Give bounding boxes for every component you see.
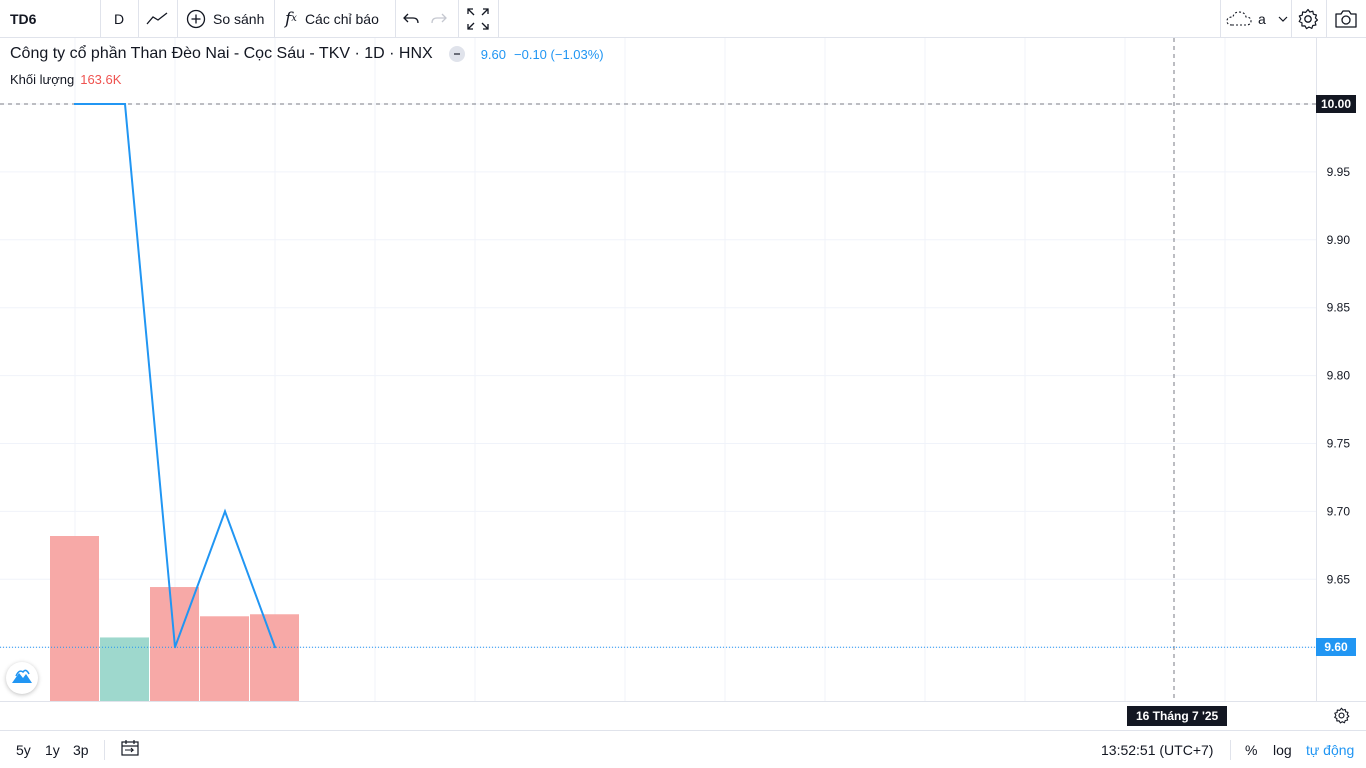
toolbar-divider <box>177 0 178 37</box>
toolbar-divider <box>395 0 396 37</box>
volume-bar <box>250 614 299 701</box>
compare-label: So sánh <box>213 10 265 27</box>
calendar-range-icon <box>121 740 139 759</box>
symbol-label: TD6 <box>10 10 37 27</box>
toolbar-divider <box>458 0 459 37</box>
indicators-label: Các chỉ báo <box>304 10 379 27</box>
undo-icon <box>403 12 419 26</box>
top-toolbar: TD6 D So sánh fx Các chỉ báo a <box>0 0 1366 38</box>
price-tick-label: 9.85 <box>1327 301 1351 315</box>
toolbar-divider <box>274 0 275 37</box>
toolbar-divider <box>1326 0 1327 37</box>
toolbar-divider <box>138 0 139 37</box>
redo-icon <box>431 12 447 26</box>
fullscreen-button[interactable] <box>467 0 489 37</box>
percent-scale-button[interactable]: % <box>1245 731 1257 768</box>
log-label: log <box>1273 741 1292 758</box>
legend-title: Công ty cổ phần Than Đèo Nai - Cọc Sáu -… <box>10 45 433 62</box>
snapshot-button[interactable] <box>1334 0 1358 37</box>
price-chart[interactable]: 9.959.909.859.809.759.709.651618202426Th… <box>0 38 1366 701</box>
chart-logo-icon <box>11 668 33 689</box>
range-1y-label: 1y <box>45 741 60 758</box>
chart-style-button[interactable] <box>146 0 168 37</box>
undo-button[interactable] <box>403 0 419 37</box>
interval-label: D <box>114 10 125 27</box>
price-tick-label: 9.80 <box>1327 369 1351 383</box>
volume-bar <box>200 616 249 701</box>
auto-label: tự động <box>1306 741 1355 758</box>
price-point <box>174 646 176 649</box>
last-price-label: 9.60 <box>1316 638 1356 656</box>
toolbar-divider <box>1291 0 1292 37</box>
log-scale-button[interactable]: log <box>1273 731 1292 768</box>
layout-menu-button[interactable]: a <box>1226 0 1288 37</box>
function-fx-icon: fx <box>285 8 297 29</box>
bottom-divider <box>104 740 105 760</box>
legend-change: −0.10 (−1.03%) <box>514 46 604 62</box>
axis-settings-button[interactable] <box>1333 707 1350 729</box>
compare-button[interactable]: So sánh <box>186 0 264 37</box>
price-axis-border <box>1316 38 1317 701</box>
clock-time: 13:52:51 (UTC+7) <box>1101 741 1214 758</box>
price-tick-label: 9.65 <box>1327 572 1351 586</box>
indicators-button[interactable]: fx Các chỉ báo <box>285 0 379 37</box>
bottom-divider <box>1230 740 1231 760</box>
legend-header: Công ty cổ phần Than Đèo Nai - Cọc Sáu -… <box>10 45 604 63</box>
price-tick-label: 9.75 <box>1327 437 1351 451</box>
range-5y-button[interactable]: 5y <box>16 731 31 768</box>
crosshair-date-label: 16 Tháng 7 '25 <box>1127 706 1228 726</box>
volume-bar <box>50 536 99 701</box>
fullscreen-icon <box>467 7 489 30</box>
range-3p-button[interactable]: 3p <box>73 731 89 768</box>
layout-name-label: a <box>1258 10 1266 27</box>
timezone-button[interactable]: 13:52:51 (UTC+7) <box>1101 731 1213 768</box>
redo-button[interactable] <box>431 0 447 37</box>
price-tick-label: 9.70 <box>1327 504 1351 518</box>
go-to-date-button[interactable] <box>121 731 139 768</box>
camera-icon <box>1334 9 1358 29</box>
auto-scale-button[interactable]: tự động <box>1306 731 1354 768</box>
volume-label: Khối lượng <box>10 72 75 87</box>
toolbar-divider <box>1220 0 1221 37</box>
interval-button[interactable]: D <box>114 0 124 37</box>
bottom-toolbar: 5y 1y 3p 13:52:51 (UTC+7) % log tự động <box>0 730 1366 768</box>
toolbar-divider <box>100 0 101 37</box>
legend-status-icon[interactable] <box>448 46 465 62</box>
chart-logo[interactable] <box>6 662 38 694</box>
range-5y-label: 5y <box>16 741 31 758</box>
legend-last-price: 9.60 <box>480 46 507 62</box>
gear-icon <box>1297 8 1319 30</box>
percent-label: % <box>1245 741 1258 758</box>
settings-button[interactable] <box>1297 0 1319 37</box>
line-chart-icon <box>146 11 168 26</box>
range-1y-button[interactable]: 1y <box>45 731 60 768</box>
price-point <box>124 103 126 105</box>
volume-legend[interactable]: Khối lượng 163.6K <box>10 72 121 87</box>
chevron-down-icon <box>1278 16 1288 22</box>
price-point <box>74 103 76 105</box>
crosshair-price-label: 10.00 <box>1316 95 1356 113</box>
plus-circle-icon <box>186 9 206 29</box>
gear-icon <box>1333 707 1350 728</box>
toolbar-divider <box>498 0 499 37</box>
price-tick-label: 9.95 <box>1327 165 1351 179</box>
volume-value: 163.6K <box>80 72 122 87</box>
price-point <box>274 646 276 649</box>
cloud-icon <box>1226 10 1252 27</box>
price-point <box>224 510 226 513</box>
symbol-search-button[interactable]: TD6 <box>10 0 36 37</box>
price-tick-label: 9.90 <box>1327 233 1351 247</box>
range-3p-label: 3p <box>73 741 89 758</box>
